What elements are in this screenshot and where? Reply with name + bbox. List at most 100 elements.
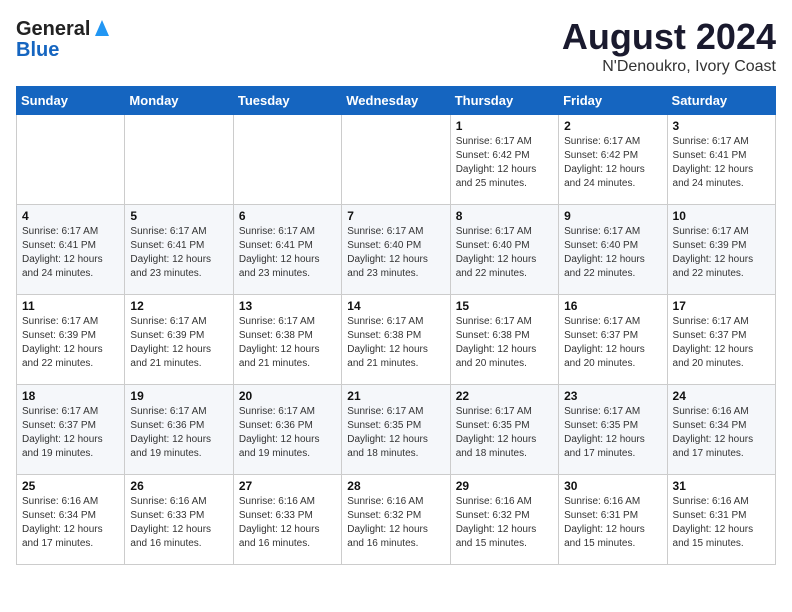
day-number: 20: [239, 389, 336, 403]
day-number: 12: [130, 299, 227, 313]
calendar-header-row: SundayMondayTuesdayWednesdayThursdayFrid…: [17, 87, 776, 115]
calendar-week-row: 4 Sunrise: 6:17 AM Sunset: 6:41 PM Daylig…: [17, 205, 776, 295]
calendar-cell: 20 Sunrise: 6:17 AM Sunset: 6:36 PM Dayli…: [233, 385, 341, 475]
day-of-week-header: Friday: [559, 87, 667, 115]
day-info: Sunrise: 6:17 AM Sunset: 6:39 PM Dayligh…: [130, 315, 227, 371]
calendar-cell: 16 Sunrise: 6:17 AM Sunset: 6:37 PM Dayli…: [559, 295, 667, 385]
calendar-cell: 15Sunrise: 6:17 AM Sunset: 6:38 PM Dayli…: [450, 295, 558, 385]
calendar-cell: 24 Sunrise: 6:16 AM Sunset: 6:34 PM Dayli…: [667, 385, 775, 475]
day-number: 16: [564, 299, 661, 313]
calendar-cell: 3Sunrise: 6:17 AM Sunset: 6:41 PM Daylig…: [667, 115, 775, 205]
calendar-cell: 7Sunrise: 6:17 AM Sunset: 6:40 PM Daylig…: [342, 205, 450, 295]
calendar-cell: 14 Sunrise: 6:17 AM Sunset: 6:38 PM Dayli…: [342, 295, 450, 385]
calendar-cell: 17Sunrise: 6:17 AM Sunset: 6:37 PM Dayli…: [667, 295, 775, 385]
calendar-subtitle: N'Denoukro, Ivory Coast: [562, 58, 776, 76]
day-number: 8: [456, 209, 553, 223]
day-number: 10: [673, 209, 770, 223]
calendar-cell: 12 Sunrise: 6:17 AM Sunset: 6:39 PM Dayli…: [125, 295, 233, 385]
day-info: Sunrise: 6:17 AM Sunset: 6:38 PM Dayligh…: [456, 315, 553, 371]
day-number: 24: [673, 389, 770, 403]
calendar-cell: 31 Sunrise: 6:16 AM Sunset: 6:31 PM Dayli…: [667, 475, 775, 565]
day-number: 17: [673, 299, 770, 313]
calendar-week-row: 25 Sunrise: 6:16 AM Sunset: 6:34 PM Dayli…: [17, 475, 776, 565]
calendar-table: SundayMondayTuesdayWednesdayThursdayFrid…: [16, 86, 776, 565]
day-info: Sunrise: 6:17 AM Sunset: 6:35 PM Dayligh…: [564, 405, 661, 461]
day-info: Sunrise: 6:16 AM Sunset: 6:34 PM Dayligh…: [673, 405, 770, 461]
calendar-cell: 27 Sunrise: 6:16 AM Sunset: 6:33 PM Dayli…: [233, 475, 341, 565]
calendar-cell: [17, 115, 125, 205]
calendar-cell: 1 Sunrise: 6:17 AM Sunset: 6:42 PM Daylig…: [450, 115, 558, 205]
day-number: 14: [347, 299, 444, 313]
calendar-cell: 29Sunrise: 6:16 AM Sunset: 6:32 PM Dayli…: [450, 475, 558, 565]
day-of-week-header: Thursday: [450, 87, 558, 115]
day-info: Sunrise: 6:17 AM Sunset: 6:36 PM Dayligh…: [239, 405, 336, 461]
day-number: 1: [456, 119, 553, 133]
day-number: 28: [347, 479, 444, 493]
day-info: Sunrise: 6:17 AM Sunset: 6:40 PM Dayligh…: [564, 225, 661, 281]
day-number: 2: [564, 119, 661, 133]
calendar-week-row: 18 Sunrise: 6:17 AM Sunset: 6:37 PM Dayli…: [17, 385, 776, 475]
day-number: 5: [130, 209, 227, 223]
calendar-cell: 19 Sunrise: 6:17 AM Sunset: 6:36 PM Dayli…: [125, 385, 233, 475]
day-info: Sunrise: 6:17 AM Sunset: 6:42 PM Dayligh…: [456, 135, 553, 191]
day-number: 29: [456, 479, 553, 493]
calendar-cell: 22 Sunrise: 6:17 AM Sunset: 6:35 PM Dayli…: [450, 385, 558, 475]
calendar-cell: 21 Sunrise: 6:17 AM Sunset: 6:35 PM Dayli…: [342, 385, 450, 475]
day-info: Sunrise: 6:17 AM Sunset: 6:37 PM Dayligh…: [22, 405, 119, 461]
day-of-week-header: Tuesday: [233, 87, 341, 115]
day-number: 4: [22, 209, 119, 223]
day-of-week-header: Wednesday: [342, 87, 450, 115]
day-number: 9: [564, 209, 661, 223]
calendar-cell: [342, 115, 450, 205]
day-info: Sunrise: 6:17 AM Sunset: 6:40 PM Dayligh…: [456, 225, 553, 281]
day-info: Sunrise: 6:17 AM Sunset: 6:37 PM Dayligh…: [564, 315, 661, 371]
day-info: Sunrise: 6:17 AM Sunset: 6:38 PM Dayligh…: [239, 315, 336, 371]
day-number: 27: [239, 479, 336, 493]
day-number: 31: [673, 479, 770, 493]
calendar-cell: 18 Sunrise: 6:17 AM Sunset: 6:37 PM Dayli…: [17, 385, 125, 475]
day-number: 26: [130, 479, 227, 493]
day-number: 23: [564, 389, 661, 403]
day-number: 30: [564, 479, 661, 493]
day-number: 7: [347, 209, 444, 223]
day-info: Sunrise: 6:17 AM Sunset: 6:38 PM Dayligh…: [347, 315, 444, 371]
calendar-cell: 28 Sunrise: 6:16 AM Sunset: 6:32 PM Dayli…: [342, 475, 450, 565]
day-info: Sunrise: 6:17 AM Sunset: 6:35 PM Dayligh…: [347, 405, 444, 461]
day-info: Sunrise: 6:17 AM Sunset: 6:41 PM Dayligh…: [22, 225, 119, 281]
day-info: Sunrise: 6:16 AM Sunset: 6:31 PM Dayligh…: [673, 495, 770, 551]
day-info: Sunrise: 6:17 AM Sunset: 6:39 PM Dayligh…: [22, 315, 119, 371]
day-number: 3: [673, 119, 770, 133]
day-info: Sunrise: 6:17 AM Sunset: 6:42 PM Dayligh…: [564, 135, 661, 191]
day-info: Sunrise: 6:16 AM Sunset: 6:31 PM Dayligh…: [564, 495, 661, 551]
calendar-cell: 11Sunrise: 6:17 AM Sunset: 6:39 PM Dayli…: [17, 295, 125, 385]
calendar-cell: 5 Sunrise: 6:17 AM Sunset: 6:41 PM Daylig…: [125, 205, 233, 295]
day-number: 21: [347, 389, 444, 403]
day-info: Sunrise: 6:17 AM Sunset: 6:39 PM Dayligh…: [673, 225, 770, 281]
calendar-week-row: 11Sunrise: 6:17 AM Sunset: 6:39 PM Dayli…: [17, 295, 776, 385]
calendar-cell: 6Sunrise: 6:17 AM Sunset: 6:41 PM Daylig…: [233, 205, 341, 295]
logo-general-text: General: [16, 18, 90, 41]
day-info: Sunrise: 6:17 AM Sunset: 6:41 PM Dayligh…: [130, 225, 227, 281]
calendar-cell: 8 Sunrise: 6:17 AM Sunset: 6:40 PM Daylig…: [450, 205, 558, 295]
day-number: 18: [22, 389, 119, 403]
calendar-title: August 2024: [562, 16, 776, 58]
calendar-cell: [233, 115, 341, 205]
calendar-cell: 26Sunrise: 6:16 AM Sunset: 6:33 PM Dayli…: [125, 475, 233, 565]
calendar-cell: 2 Sunrise: 6:17 AM Sunset: 6:42 PM Daylig…: [559, 115, 667, 205]
day-info: Sunrise: 6:16 AM Sunset: 6:32 PM Dayligh…: [347, 495, 444, 551]
calendar-cell: 25 Sunrise: 6:16 AM Sunset: 6:34 PM Dayli…: [17, 475, 125, 565]
day-number: 6: [239, 209, 336, 223]
day-number: 25: [22, 479, 119, 493]
day-info: Sunrise: 6:16 AM Sunset: 6:34 PM Dayligh…: [22, 495, 119, 551]
calendar-cell: 23 Sunrise: 6:17 AM Sunset: 6:35 PM Dayli…: [559, 385, 667, 475]
logo: General Blue: [16, 16, 111, 62]
day-of-week-header: Saturday: [667, 87, 775, 115]
logo-arrow-icon: [93, 16, 111, 43]
day-of-week-header: Monday: [125, 87, 233, 115]
day-info: Sunrise: 6:17 AM Sunset: 6:36 PM Dayligh…: [130, 405, 227, 461]
day-info: Sunrise: 6:16 AM Sunset: 6:33 PM Dayligh…: [239, 495, 336, 551]
day-info: Sunrise: 6:17 AM Sunset: 6:35 PM Dayligh…: [456, 405, 553, 461]
day-number: 22: [456, 389, 553, 403]
calendar-week-row: 1 Sunrise: 6:17 AM Sunset: 6:42 PM Daylig…: [17, 115, 776, 205]
day-number: 19: [130, 389, 227, 403]
